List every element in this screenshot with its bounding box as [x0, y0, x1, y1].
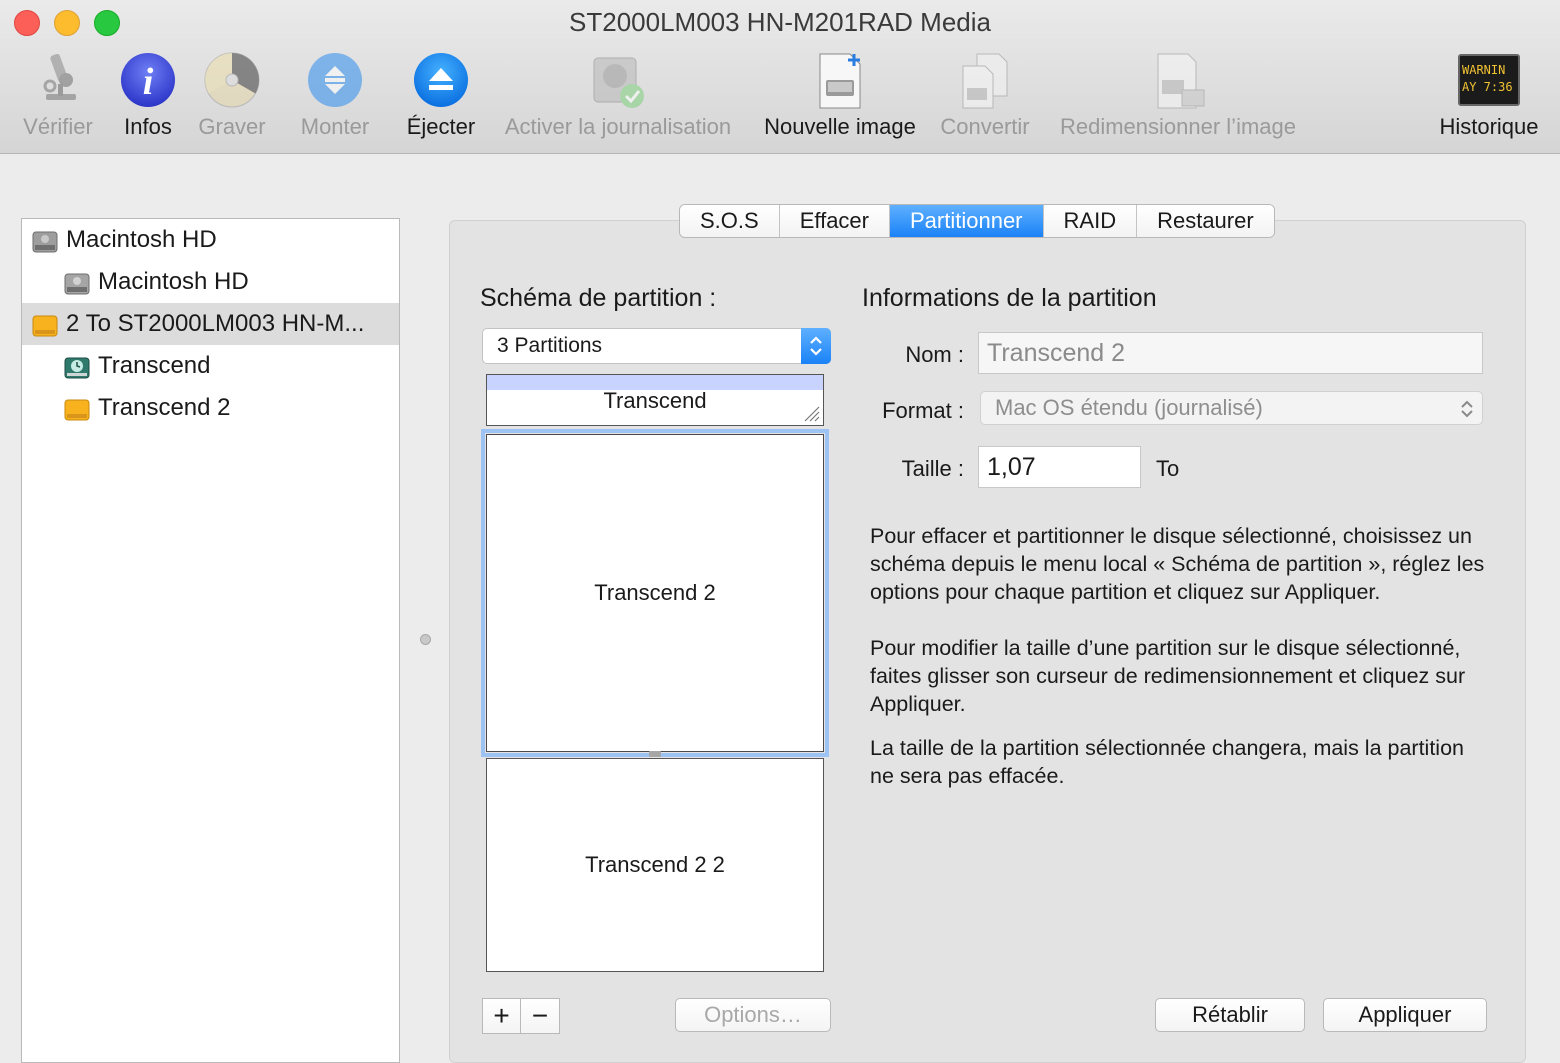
- resize-grip-icon[interactable]: [801, 403, 821, 423]
- chevron-up-down-icon: [801, 328, 831, 364]
- sidebar-item-external-disk[interactable]: 2 To ST2000LM003 HN-M...: [22, 303, 399, 345]
- options-button[interactable]: Options…: [675, 998, 831, 1032]
- help-text-3: La taille de la partition sélectionnée c…: [870, 736, 1465, 788]
- sidebar-item-macintosh-hd-volume[interactable]: Macintosh HD: [22, 261, 399, 303]
- verify-label: Vérifier: [23, 114, 93, 139]
- info-icon: i: [118, 50, 178, 110]
- size-unit: To: [1156, 456, 1180, 481]
- info-button[interactable]: i Infos: [112, 48, 184, 148]
- partition-scheme-title: Schéma de partition :: [480, 284, 717, 312]
- enable-journaling-label: Activer la journalisation: [504, 114, 732, 139]
- partition-size-field[interactable]: 1,07: [978, 446, 1141, 488]
- tab-partition[interactable]: Partitionner: [890, 205, 1044, 237]
- partition-block-label: Transcend: [603, 388, 707, 413]
- mount-icon: [305, 50, 365, 110]
- new-image-label: Nouvelle image: [764, 114, 916, 139]
- format-label: Format :: [882, 398, 964, 423]
- convert-label: Convertir: [940, 114, 1030, 139]
- sidebar-item-transcend-2[interactable]: Transcend 2: [22, 387, 399, 429]
- log-button[interactable]: WARNIN AY 7:36 Historique: [1430, 48, 1548, 148]
- external-volume-icon: [64, 395, 90, 421]
- add-partition-button[interactable]: +: [482, 998, 521, 1034]
- info-label: Infos: [124, 114, 172, 139]
- sidebar-item-label: Transcend: [98, 352, 211, 379]
- time-machine-volume-icon: [64, 353, 90, 379]
- microscope-icon: [28, 50, 88, 110]
- size-label: Taille :: [901, 456, 964, 481]
- partition-block-label: Transcend 2: [594, 580, 716, 605]
- sidebar-item-label: 2 To ST2000LM003 HN-M...: [66, 310, 365, 337]
- disk-sidebar: Macintosh HD Macintosh HD 2 To ST2000LM0…: [21, 218, 400, 1063]
- internal-disk-icon: [32, 227, 58, 253]
- sidebar-item-label: Transcend 2: [98, 394, 231, 421]
- partition-block-transcend-2-2[interactable]: Transcend 2 2: [486, 758, 824, 972]
- burn-button[interactable]: Graver: [192, 48, 272, 148]
- window-title: ST2000LM003 HN-M201RAD Media: [569, 7, 991, 37]
- log-label: Historique: [1439, 114, 1539, 139]
- partition-block-label: Transcend 2 2: [585, 852, 725, 877]
- partition-info-title: Informations de la partition: [862, 284, 1157, 312]
- tab-first-aid[interactable]: S.O.S: [680, 205, 780, 237]
- format-value: Mac OS étendu (journalisé): [995, 395, 1263, 420]
- internal-volume-icon: [64, 269, 90, 295]
- eject-label: Éjecter: [406, 114, 476, 139]
- mount-label: Monter: [300, 114, 370, 139]
- sidebar-item-macintosh-hd-disk[interactable]: Macintosh HD: [22, 219, 399, 261]
- new-image-button[interactable]: Nouvelle image: [756, 48, 924, 148]
- eject-icon: [411, 50, 471, 110]
- partition-block-transcend[interactable]: Transcend: [486, 374, 824, 426]
- resize-image-icon: [1148, 50, 1208, 110]
- enable-journaling-button[interactable]: Activer la journalisation: [492, 48, 744, 148]
- split-view-handle[interactable]: [420, 634, 431, 645]
- partition-name-field[interactable]: Transcend 2: [978, 332, 1483, 374]
- partition-scheme-popup[interactable]: 3 Partitions: [482, 328, 831, 364]
- mount-button[interactable]: Monter: [290, 48, 380, 148]
- external-disk-icon: [32, 311, 58, 337]
- verify-button[interactable]: Vérifier: [14, 48, 102, 148]
- log-icon: WARNIN AY 7:36: [1458, 54, 1520, 106]
- svg-text:i: i: [143, 61, 154, 103]
- apply-button[interactable]: Appliquer: [1323, 998, 1487, 1032]
- remove-partition-button[interactable]: −: [520, 998, 560, 1034]
- convert-icon: [955, 50, 1015, 110]
- help-text-2: Pour modifier la taille d’une partition …: [870, 636, 1466, 716]
- burn-icon: [202, 50, 262, 110]
- toolbar: ST2000LM003 HN-M201RAD Media Vérifier i …: [0, 0, 1560, 154]
- tab-restore[interactable]: Restaurer: [1137, 205, 1274, 237]
- tab-raid[interactable]: RAID: [1043, 205, 1138, 237]
- partition-divider-handle[interactable]: [649, 751, 661, 757]
- convert-button[interactable]: Convertir: [932, 48, 1038, 148]
- name-label: Nom :: [905, 342, 964, 367]
- tab-erase[interactable]: Effacer: [779, 205, 890, 237]
- new-image-icon: [810, 50, 870, 110]
- revert-button[interactable]: Rétablir: [1155, 998, 1305, 1032]
- journaling-icon: [588, 50, 648, 110]
- resize-image-button[interactable]: Redimensionner l’image: [1046, 48, 1310, 148]
- format-select[interactable]: Mac OS étendu (journalisé): [980, 391, 1483, 425]
- help-text-1: Pour effacer et partitionner le disque s…: [870, 524, 1485, 604]
- eject-button[interactable]: Éjecter: [398, 48, 484, 148]
- sidebar-item-label: Macintosh HD: [66, 226, 217, 253]
- burn-label: Graver: [198, 114, 266, 139]
- partition-block-transcend-2[interactable]: Transcend 2: [481, 429, 829, 757]
- tab-bar: S.O.S Effacer Partitionner RAID Restaure…: [679, 204, 1275, 238]
- sidebar-item-transcend[interactable]: Transcend: [22, 345, 399, 387]
- sidebar-item-label: Macintosh HD: [98, 268, 249, 295]
- log-icon-line-1: WARNIN: [1462, 63, 1506, 77]
- log-icon-line-2: AY 7:36: [1462, 80, 1513, 94]
- partition-scheme-value: 3 Partitions: [497, 334, 603, 357]
- chevron-up-down-icon: [1461, 400, 1473, 418]
- resize-image-label: Redimensionner l’image: [1059, 114, 1296, 139]
